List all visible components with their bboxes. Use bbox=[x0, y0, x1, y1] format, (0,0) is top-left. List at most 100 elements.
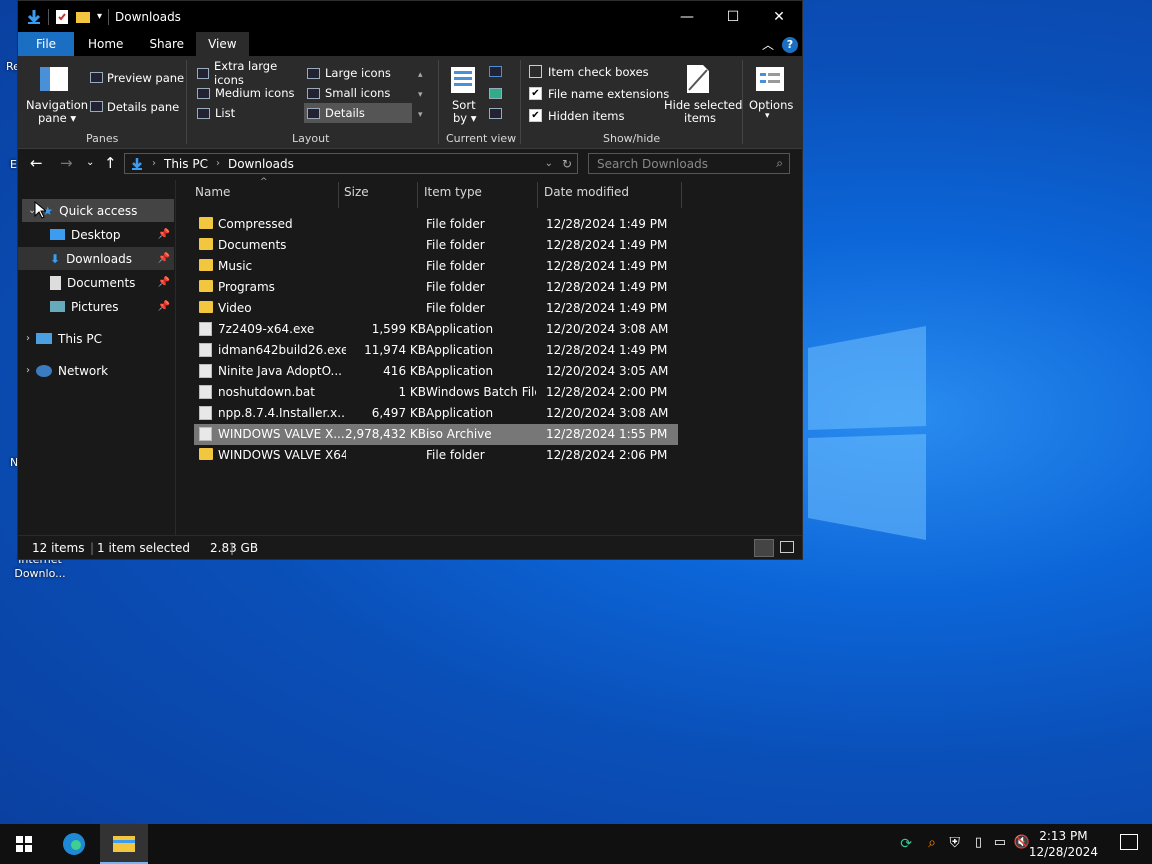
file-row[interactable]: Programs File folder 12/28/2024 1:49 PM bbox=[194, 277, 678, 298]
file-name: WINDOWS VALVE X64 bbox=[218, 448, 346, 462]
tray-volume-muted-icon[interactable]: 🔇 bbox=[1014, 835, 1030, 850]
tray-search-icon[interactable]: ⌕ bbox=[928, 835, 936, 851]
properties-icon[interactable] bbox=[55, 9, 69, 25]
file-explorer-taskbar-button[interactable] bbox=[100, 824, 148, 864]
quick-access-toolbar: ▾ bbox=[18, 8, 110, 25]
new-folder-icon[interactable] bbox=[75, 10, 91, 24]
tab-view[interactable]: View bbox=[196, 32, 249, 56]
desktop-icon-fragment[interactable]: E bbox=[10, 158, 17, 171]
file-name: idman642build26.exe bbox=[218, 343, 346, 357]
nav-desktop[interactable]: Desktop 📌 bbox=[18, 223, 174, 246]
file-row[interactable]: idman642build26.exe 11,974 KB Application 1… bbox=[194, 340, 678, 361]
notification-center-icon[interactable] bbox=[1120, 834, 1138, 850]
close-button[interactable]: ✕ bbox=[756, 1, 802, 32]
start-button[interactable] bbox=[0, 824, 48, 864]
file-row[interactable]: WINDOWS VALVE X... 2,978,432 KB iso Archiv… bbox=[194, 424, 678, 445]
file-row[interactable]: Music File folder 12/28/2024 1:49 PM bbox=[194, 256, 678, 277]
column-header-size[interactable]: Size bbox=[344, 185, 369, 199]
up-arrow-icon[interactable]: ↑ bbox=[104, 154, 117, 172]
hide-selected-items-label[interactable]: items bbox=[684, 111, 716, 125]
layout-extra-large-icons[interactable]: Extra large icons bbox=[194, 59, 302, 87]
file-row[interactable]: Video File folder 12/28/2024 1:49 PM bbox=[194, 298, 678, 319]
column-header-item-type[interactable]: Item type bbox=[424, 185, 482, 199]
hide-selected-items-button[interactable]: Hide selected bbox=[664, 98, 742, 112]
nav-network[interactable]: › Network bbox=[18, 359, 174, 382]
file-row[interactable]: Documents File folder 12/28/2024 1:49 PM bbox=[194, 235, 678, 256]
options-icon bbox=[756, 67, 784, 91]
recent-locations-icon[interactable]: ⌄ bbox=[86, 157, 94, 168]
layout-gallery: Extra large icons Large icons Medium ico… bbox=[190, 59, 430, 125]
address-bar[interactable]: › This PC › Downloads ⌄ ↻ bbox=[124, 153, 578, 174]
address-dropdown-icon[interactable]: ⌄ bbox=[545, 158, 553, 169]
layout-scroll-arrows[interactable]: ▴ ▾ ▾ bbox=[418, 65, 423, 125]
title-bar[interactable]: ▾ Downloads — ☐ ✕ bbox=[18, 1, 802, 32]
file-icon bbox=[199, 343, 212, 357]
breadcrumb-downloads[interactable]: Downloads bbox=[228, 157, 294, 171]
sort-by-button-label[interactable]: by ▾ bbox=[453, 111, 477, 125]
details-pane-button[interactable]: Details pane bbox=[107, 100, 179, 114]
tray-security-icon[interactable]: ⛨ bbox=[950, 835, 961, 851]
layout-list[interactable]: List bbox=[194, 103, 302, 123]
file-row[interactable]: Ninite Java AdoptO... 416 KB Application 12… bbox=[194, 361, 678, 382]
pin-icon[interactable]: 📌 bbox=[158, 301, 170, 312]
tab-share[interactable]: Share bbox=[137, 32, 196, 56]
file-row[interactable]: npp.8.7.4.Installer.x... 6,497 KB Applicat… bbox=[194, 403, 678, 424]
preview-pane-button[interactable]: Preview pane bbox=[107, 71, 184, 85]
tab-home[interactable]: Home bbox=[74, 32, 137, 56]
file-row[interactable]: WINDOWS VALVE X64 File folder 12/28/2024 2… bbox=[194, 445, 678, 466]
folder-icon bbox=[113, 836, 135, 852]
search-input[interactable]: Search Downloads ⌕ bbox=[588, 153, 790, 174]
column-header-name[interactable]: Name bbox=[195, 185, 230, 199]
minimize-button[interactable]: — bbox=[664, 1, 710, 32]
tab-file[interactable]: File bbox=[18, 32, 74, 56]
tray-sync-icon[interactable]: ⟳ bbox=[900, 836, 912, 852]
status-selected: 1 item selected bbox=[97, 541, 191, 555]
collapse-ribbon-icon[interactable]: ︿ bbox=[762, 36, 774, 53]
column-header-date-modified[interactable]: Date modified bbox=[544, 185, 629, 199]
maximize-button[interactable]: ☐ bbox=[710, 1, 756, 32]
layout-details[interactable]: Details bbox=[304, 103, 412, 123]
options-dropdown-arrow[interactable]: ▾ bbox=[765, 111, 770, 121]
status-item-count: 12 items bbox=[32, 541, 85, 555]
pin-icon[interactable]: 📌 bbox=[158, 229, 170, 240]
sort-by-button[interactable]: Sort bbox=[452, 98, 476, 112]
navigation-pane-button[interactable]: Navigation bbox=[26, 98, 88, 112]
show-hide-group-label: Show/hide bbox=[603, 132, 661, 145]
nav-downloads[interactable]: ⬇ Downloads 📌 bbox=[18, 247, 174, 270]
breadcrumb-this-pc[interactable]: This PC bbox=[164, 157, 208, 171]
pin-icon[interactable]: 📌 bbox=[158, 277, 170, 288]
file-type: Application bbox=[426, 406, 494, 420]
file-name-extensions-checkbox[interactable]: ✔ bbox=[529, 87, 542, 100]
options-button[interactable]: Options bbox=[749, 98, 793, 112]
details-view-toggle[interactable] bbox=[754, 539, 774, 557]
refresh-icon[interactable]: ↻ bbox=[562, 157, 572, 171]
layout-medium-icons[interactable]: Medium icons bbox=[194, 83, 302, 103]
tray-usb-icon[interactable]: ▯ bbox=[975, 835, 982, 850]
customize-qat-icon[interactable]: ▾ bbox=[97, 11, 102, 22]
file-row[interactable]: noshutdown.bat 1 KB Windows Batch File 12/2… bbox=[194, 382, 678, 403]
taskbar-clock[interactable]: 2:13 PM 12/28/2024 bbox=[1029, 828, 1098, 860]
layout-group-label: Layout bbox=[292, 132, 330, 145]
navigation-pane-button-label[interactable]: pane ▾ bbox=[38, 111, 76, 125]
forward-arrow-icon[interactable]: → bbox=[60, 154, 73, 172]
edge-taskbar-button[interactable] bbox=[50, 824, 98, 864]
size-columns-icon[interactable] bbox=[489, 108, 502, 119]
large-icons-view-toggle[interactable] bbox=[780, 541, 794, 553]
file-row[interactable]: 7z2409-x64.exe 1,599 KB Application 12/20/2… bbox=[194, 319, 678, 340]
tray-network-icon[interactable]: ▭ bbox=[994, 835, 1006, 850]
nav-this-pc[interactable]: › This PC bbox=[18, 327, 174, 350]
layout-small-icons[interactable]: Small icons bbox=[304, 83, 412, 103]
hidden-items-checkbox[interactable]: ✔ bbox=[529, 109, 542, 122]
group-by-icon[interactable] bbox=[489, 66, 502, 77]
file-size: 11,974 KB bbox=[364, 343, 426, 357]
layout-large-icons[interactable]: Large icons bbox=[304, 63, 412, 83]
pin-icon[interactable]: 📌 bbox=[158, 253, 170, 264]
item-check-boxes-checkbox[interactable] bbox=[529, 65, 542, 78]
file-row[interactable]: Compressed File folder 12/28/2024 1:49 PM bbox=[194, 214, 678, 235]
nav-pictures[interactable]: Pictures 📌 bbox=[18, 295, 174, 318]
back-arrow-icon[interactable]: ← bbox=[30, 154, 43, 172]
file-date: 12/28/2024 2:00 PM bbox=[546, 385, 668, 399]
help-icon[interactable]: ? bbox=[782, 36, 798, 53]
add-columns-icon[interactable] bbox=[489, 88, 502, 99]
nav-documents[interactable]: Documents 📌 bbox=[18, 271, 174, 294]
